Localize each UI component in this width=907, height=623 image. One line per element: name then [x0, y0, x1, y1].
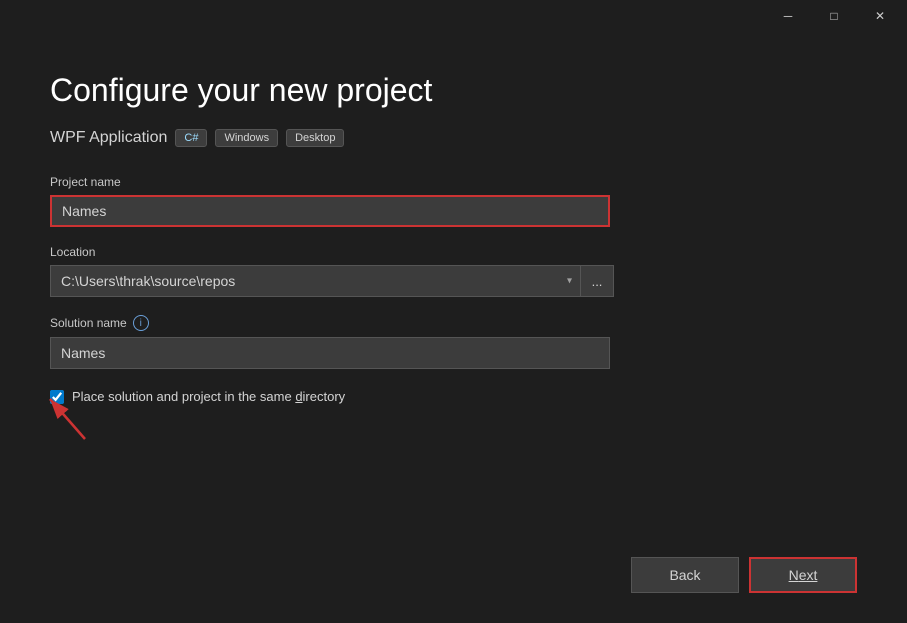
title-bar: ─ □ ✕ [765, 0, 907, 32]
location-group: Location C:\Users\thrak\source\repos ▾ .… [50, 245, 857, 297]
badge-windows: Windows [215, 129, 278, 147]
solution-name-input[interactable] [50, 337, 610, 369]
project-name-group: Project name [50, 175, 857, 227]
page-title: Configure your new project [50, 72, 857, 109]
maximize-button[interactable]: □ [811, 0, 857, 32]
subtitle-row: WPF Application C# Windows Desktop [50, 129, 857, 147]
badge-desktop: Desktop [286, 129, 344, 147]
form-section: Project name Location C:\Users\thrak\sou… [50, 175, 857, 537]
main-content: Configure your new project WPF Applicati… [0, 32, 907, 623]
solution-name-group: Solution name i [50, 315, 857, 369]
project-name-label: Project name [50, 175, 857, 189]
checkbox-row: Place solution and project in the same d… [50, 389, 857, 404]
back-button[interactable]: Back [631, 557, 739, 593]
location-label: Location [50, 245, 857, 259]
bottom-bar: Back Next [50, 537, 857, 593]
solution-label-row: Solution name i [50, 315, 857, 331]
location-row: C:\Users\thrak\source\repos ▾ ... [50, 265, 857, 297]
app-type-label: WPF Application [50, 129, 167, 147]
next-rest: ext [799, 567, 818, 583]
browse-button[interactable]: ... [580, 265, 614, 297]
solution-name-label: Solution name [50, 316, 127, 330]
annotation-arrow [35, 384, 115, 444]
minimize-button[interactable]: ─ [765, 0, 811, 32]
next-underline: N [789, 567, 799, 583]
location-select-wrapper: C:\Users\thrak\source\repos ▾ [50, 265, 580, 297]
badge-csharp: C# [175, 129, 207, 147]
close-button[interactable]: ✕ [857, 0, 903, 32]
location-select[interactable]: C:\Users\thrak\source\repos [50, 265, 580, 297]
next-button[interactable]: Next [749, 557, 857, 593]
project-name-input[interactable] [50, 195, 610, 227]
underline-d: d [295, 389, 302, 404]
info-icon[interactable]: i [133, 315, 149, 331]
